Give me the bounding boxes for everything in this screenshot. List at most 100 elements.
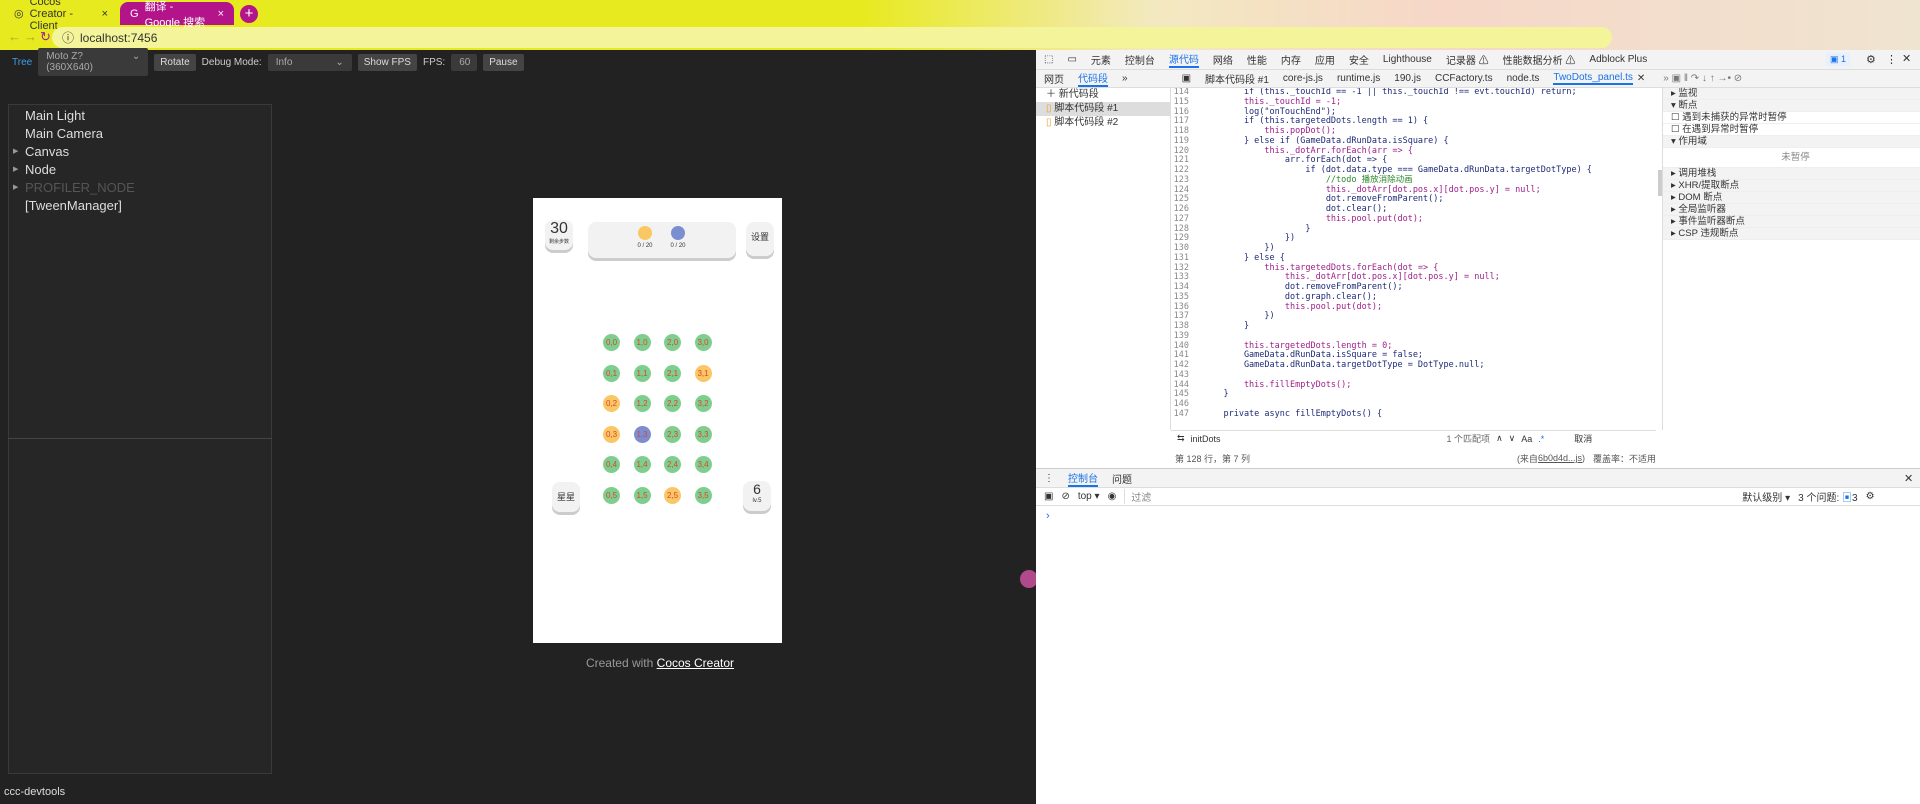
file-tab[interactable]: 190.js [1394,73,1421,84]
file-tab[interactable]: node.ts [1507,73,1540,84]
expand-arrow-icon[interactable]: ▶ [13,143,18,161]
dot-yellow[interactable]: 0,2 [603,395,620,413]
line-number[interactable]: 147 [1171,409,1203,420]
source-map-link[interactable]: 6b0d4d...js [1538,453,1582,463]
forward-icon[interactable]: → [24,29,37,44]
nav-tab[interactable]: 网页 [1044,71,1064,86]
cocos-creator-link[interactable]: Cocos Creator [657,656,734,670]
console-settings-icon[interactable]: ⚙ [1866,491,1875,502]
tree-node[interactable]: Main Camera [9,125,271,143]
dot-green[interactable]: 3,5 [694,487,712,504]
tab-4[interactable]: 性能 [1247,52,1267,67]
tree-node[interactable]: ▶ Canvas [9,143,271,161]
dot-green[interactable]: 1,1 [633,364,651,382]
debugger-section-h[interactable]: ▾ 断点 [1663,100,1920,112]
issues-counter[interactable]: 3 个问题: ▣3 [1798,489,1857,504]
checkbox[interactable]: ☐ [1671,124,1682,135]
toggle-navigator-icon[interactable]: ▣ [1182,73,1191,84]
clear-console-icon[interactable]: ⊘ [1061,491,1069,502]
debugger-section-h[interactable]: ▸ 调用堆栈 [1663,168,1920,180]
checkbox[interactable]: ☐ [1671,112,1682,123]
file-tab[interactable]: runtime.js [1337,73,1380,84]
dot-green[interactable]: 1,5 [633,487,651,504]
rotate-button[interactable]: Rotate [154,53,196,71]
eye-icon[interactable]: ◉ [1108,491,1117,502]
address-bar[interactable]: ⓘ localhost:7456 [52,27,1612,48]
console-tab[interactable]: 控制台 [1068,470,1098,487]
dot-green[interactable]: 2,1 [664,364,681,382]
tree-node[interactable]: ▶ Node [9,161,271,179]
debugger-section-h[interactable]: ▸ 事件监听器断点 [1663,216,1920,228]
expand-arrow-icon[interactable]: ▶ [13,161,18,179]
tab-7[interactable]: 安全 [1349,52,1369,67]
tree-node[interactable]: Main Light [9,107,271,125]
prev-match-icon[interactable]: ∧ [1496,433,1503,444]
reload-icon[interactable]: ↻ [40,29,51,45]
dot-green[interactable]: 1,4 [633,456,651,474]
tab-1[interactable]: 控制台 [1125,52,1155,67]
dot-blue[interactable]: 1,3 [633,425,651,443]
tab-cocos-client[interactable]: ◎ Cocos Creator - Client × [4,0,118,32]
dot-green[interactable]: 0,0 [603,334,620,351]
dot-green[interactable]: 2,3 [664,425,681,443]
close-icon[interactable]: ✕ [1902,52,1911,65]
console-filter-input[interactable]: 过滤 [1124,489,1734,504]
new-snippet-button[interactable]: ＋ 新代码段 [1036,88,1170,102]
close-icon[interactable]: × [102,8,108,20]
dot-green[interactable]: 3,3 [694,425,712,443]
dot-green[interactable]: 3,2 [694,395,712,413]
dot-green[interactable]: 3,0 [694,334,712,351]
tab-5[interactable]: 内存 [1281,52,1301,67]
dot-green[interactable]: 0,5 [603,487,620,504]
close-tab-icon[interactable]: ✕ [1637,73,1645,84]
device-select[interactable]: Moto Z? (360X640) ⌄ [38,48,149,76]
replace-icon[interactable]: ⇆ [1177,433,1185,444]
snippet-item[interactable]: ▯ 脚本代码段 #1 [1036,102,1170,116]
dot-green[interactable]: 0,1 [603,364,620,382]
debugger-section-cb[interactable]: ☐ 遇到未捕获的异常时暂停 [1663,112,1920,124]
more-tabs-icon[interactable]: » [1122,73,1128,84]
file-tab[interactable]: TwoDots_panel.ts [1553,72,1633,85]
tab-google[interactable]: G 翻译 - Google 搜索 × [120,1,234,29]
debugger-section-h[interactable]: ▸ XHR/提取断点 [1663,180,1920,192]
debug-mode-select[interactable]: Info ⌄ [267,53,352,71]
debugger-controls[interactable]: » ▣ ‖ ↷ ↓ ↑ →• ⊘ [1663,73,1742,84]
gear-icon[interactable]: ⚙ [1866,53,1876,66]
tab-8[interactable]: Lighthouse [1383,54,1432,65]
settings-button[interactable]: 设置 [746,222,774,256]
tab-9[interactable]: 记录器 ⚠ [1446,52,1489,67]
dot-yellow[interactable]: 3,1 [694,364,712,382]
dot-green[interactable]: 1,0 [633,334,651,351]
debugger-section-h[interactable]: ▸ 监视 [1663,88,1920,100]
search-input[interactable]: initDots [1191,434,1441,444]
dot-green[interactable]: 2,0 [664,334,681,351]
debugger-section-c[interactable]: 未暂停 [1663,148,1920,168]
tab-0[interactable]: 元素 [1091,52,1111,67]
back-icon[interactable]: ← [8,29,21,44]
inspect-icon[interactable]: ⬚ [1044,54,1053,65]
new-tab-button[interactable]: + [240,5,258,23]
panel-divider[interactable] [8,438,272,439]
match-case-button[interactable]: Aa [1521,434,1532,444]
tree-node[interactable]: ▶ PROFILER_NODE [9,179,271,197]
stars-button[interactable]: 星星 [552,482,580,512]
dot-green[interactable]: 1,2 [633,395,651,413]
file-tab[interactable]: 脚本代码段 #1 [1205,71,1269,86]
debugger-section-h[interactable]: ▾ 作用域 [1663,136,1920,148]
tree-node[interactable]: [TweenManager] [9,197,271,215]
expand-arrow-icon[interactable]: ▶ [13,179,18,197]
nav-tab[interactable]: 代码段 [1078,70,1108,87]
dot-yellow[interactable]: 0,3 [603,425,620,443]
dot-yellow[interactable]: 2,5 [664,487,681,504]
more-icon[interactable]: ⋮ [1886,53,1897,66]
tab-2[interactable]: 源代码 [1168,51,1199,68]
tab-6[interactable]: 应用 [1315,52,1335,67]
dot-green[interactable]: 2,2 [664,395,681,413]
dot-green[interactable]: 0,4 [603,456,620,474]
debugger-section-cb[interactable]: ☐ 在遇到异常时暂停 [1663,124,1920,136]
tab-3[interactable]: 网络 [1213,52,1233,67]
console-tab[interactable]: 问题 [1112,471,1132,486]
device-icon[interactable]: ▭ [1067,54,1076,65]
issues-badge[interactable]: ▣ 1 [1826,53,1851,66]
close-drawer-icon[interactable]: ✕ [1904,472,1913,485]
